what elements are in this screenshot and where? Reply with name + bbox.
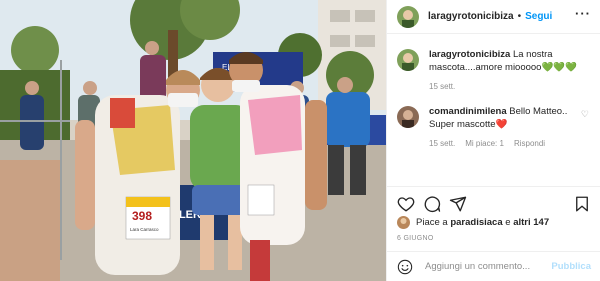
post-image: ELICA MILLER 398 Lara Carrasco [0, 0, 386, 281]
post-side-panel: laragyrotonicibiza • Segui ··· laragyrot… [386, 0, 600, 281]
comment-meta: 15 sett. Mi piace: 1 Rispondi [429, 139, 589, 148]
comment-item: comandinimilena Bello Matteo.. Super mas… [397, 105, 591, 148]
comment-input[interactable] [425, 261, 545, 272]
post-photo[interactable]: ELICA MILLER 398 Lara Carrasco [0, 0, 386, 281]
likes-user[interactable]: paradisiaca [450, 217, 502, 228]
more-dots-icon[interactable]: ··· [575, 7, 591, 20]
commenter-username[interactable]: comandinimilena [429, 106, 507, 117]
like-heart-icon[interactable] [397, 195, 415, 213]
liker-avatar[interactable] [397, 216, 410, 229]
likes-summary: Piace a paradisiaca e altri 147 [397, 216, 549, 229]
likes-prefix: Piace a [416, 217, 448, 228]
caption-time[interactable]: 15 sett. [429, 82, 455, 91]
save-bookmark-icon[interactable] [573, 195, 591, 213]
comment-time[interactable]: 15 sett. [429, 139, 455, 148]
publish-button[interactable]: Pubblica [551, 261, 591, 272]
caption: laragyrotonicibiza La nostra mascota....… [397, 48, 591, 91]
comment-like-heart-icon[interactable]: ♡ [581, 109, 589, 120]
comment-bubble-icon[interactable] [423, 195, 441, 213]
emoji-smiley-icon[interactable] [397, 259, 413, 275]
caption-avatar[interactable] [397, 49, 419, 71]
bib-number: 398 [132, 209, 152, 223]
author-username[interactable]: laragyrotonicibiza [428, 11, 514, 22]
post-actions [387, 186, 600, 218]
author-avatar[interactable] [397, 5, 419, 28]
likes-others[interactable]: altri 147 [513, 217, 549, 228]
separator-dot: • [517, 11, 522, 22]
reply-button[interactable]: Rispondi [514, 139, 545, 148]
post-header: laragyrotonicibiza • Segui ··· [387, 0, 600, 34]
post-date[interactable]: 6 GIUGNO [397, 235, 434, 242]
add-comment-bar: Pubblica [387, 251, 600, 281]
share-paper-plane-icon[interactable] [449, 195, 467, 213]
likes-connector: e [505, 217, 511, 228]
comment-likes[interactable]: Mi piace: 1 [465, 139, 504, 148]
commenter-avatar[interactable] [397, 106, 419, 128]
follow-button[interactable]: Segui [525, 11, 552, 22]
comment-text: comandinimilena Bello Matteo.. Super mas… [429, 105, 589, 131]
bib-name: Lara Carrasco [130, 227, 159, 232]
caption-username[interactable]: laragyrotonicibiza [429, 49, 510, 60]
caption-text: laragyrotonicibiza La nostra mascota....… [429, 48, 589, 74]
caption-meta: 15 sett. [429, 82, 589, 91]
comments-section: laragyrotonicibiza La nostra mascota....… [387, 34, 600, 184]
